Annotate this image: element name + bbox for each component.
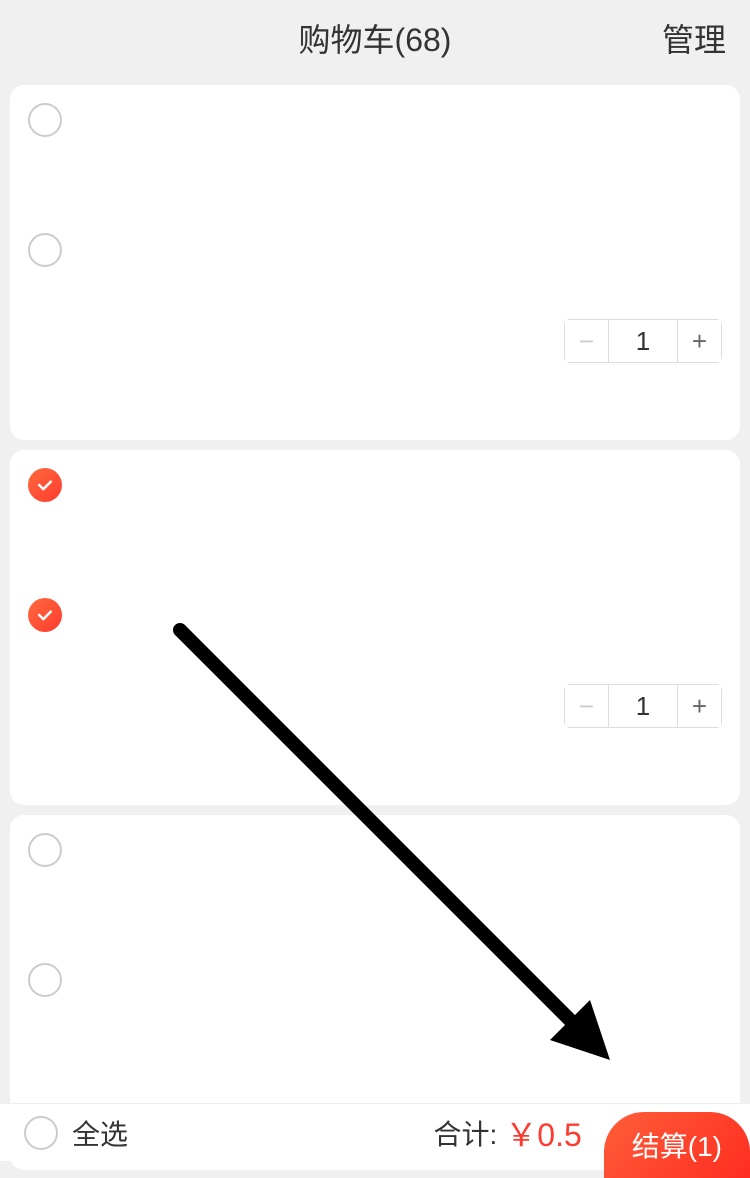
- manage-button[interactable]: 管理: [662, 15, 726, 61]
- shop-header: [10, 85, 740, 143]
- item-checkbox[interactable]: [28, 233, 62, 267]
- qty-minus-button[interactable]: −: [564, 684, 608, 728]
- shop-header: [10, 450, 740, 508]
- item-checkbox[interactable]: [28, 598, 62, 632]
- select-all-checkbox[interactable]: [24, 1116, 58, 1150]
- check-icon: [35, 605, 55, 625]
- header: 购物车(68) 管理: [0, 0, 750, 75]
- item-checkbox[interactable]: [28, 963, 62, 997]
- shop-card: − 1 +: [10, 85, 740, 440]
- qty-minus-button[interactable]: −: [564, 319, 608, 363]
- qty-plus-button[interactable]: +: [678, 319, 722, 363]
- shop-header: [10, 815, 740, 873]
- cart-item: − 1 +: [10, 508, 740, 748]
- select-all-label: 全选: [72, 1113, 128, 1153]
- checkout-button[interactable]: 结算(1): [604, 1112, 750, 1178]
- shop-checkbox[interactable]: [28, 833, 62, 867]
- shop-card: − 1 +: [10, 450, 740, 805]
- check-icon: [35, 475, 55, 495]
- total-amount: ￥0.5: [505, 1110, 582, 1156]
- qty-plus-button[interactable]: +: [678, 684, 722, 728]
- footer-bar: 全选 合计: ￥0.5 结算(1): [0, 1103, 750, 1161]
- page-title: 购物车(68): [299, 15, 452, 61]
- total-area: 合计: ￥0.5 结算(1): [433, 1088, 750, 1178]
- quantity-stepper: − 1 +: [564, 684, 722, 728]
- cart-list: − 1 + − 1 +: [0, 85, 750, 1170]
- quantity-stepper: − 1 +: [564, 319, 722, 363]
- shop-checkbox[interactable]: [28, 103, 62, 137]
- cart-item: − 1 +: [10, 143, 740, 383]
- shop-checkbox[interactable]: [28, 468, 62, 502]
- total-label: 合计:: [433, 1113, 497, 1153]
- cart-item: [10, 873, 740, 1113]
- qty-value[interactable]: 1: [608, 319, 678, 363]
- qty-value[interactable]: 1: [608, 684, 678, 728]
